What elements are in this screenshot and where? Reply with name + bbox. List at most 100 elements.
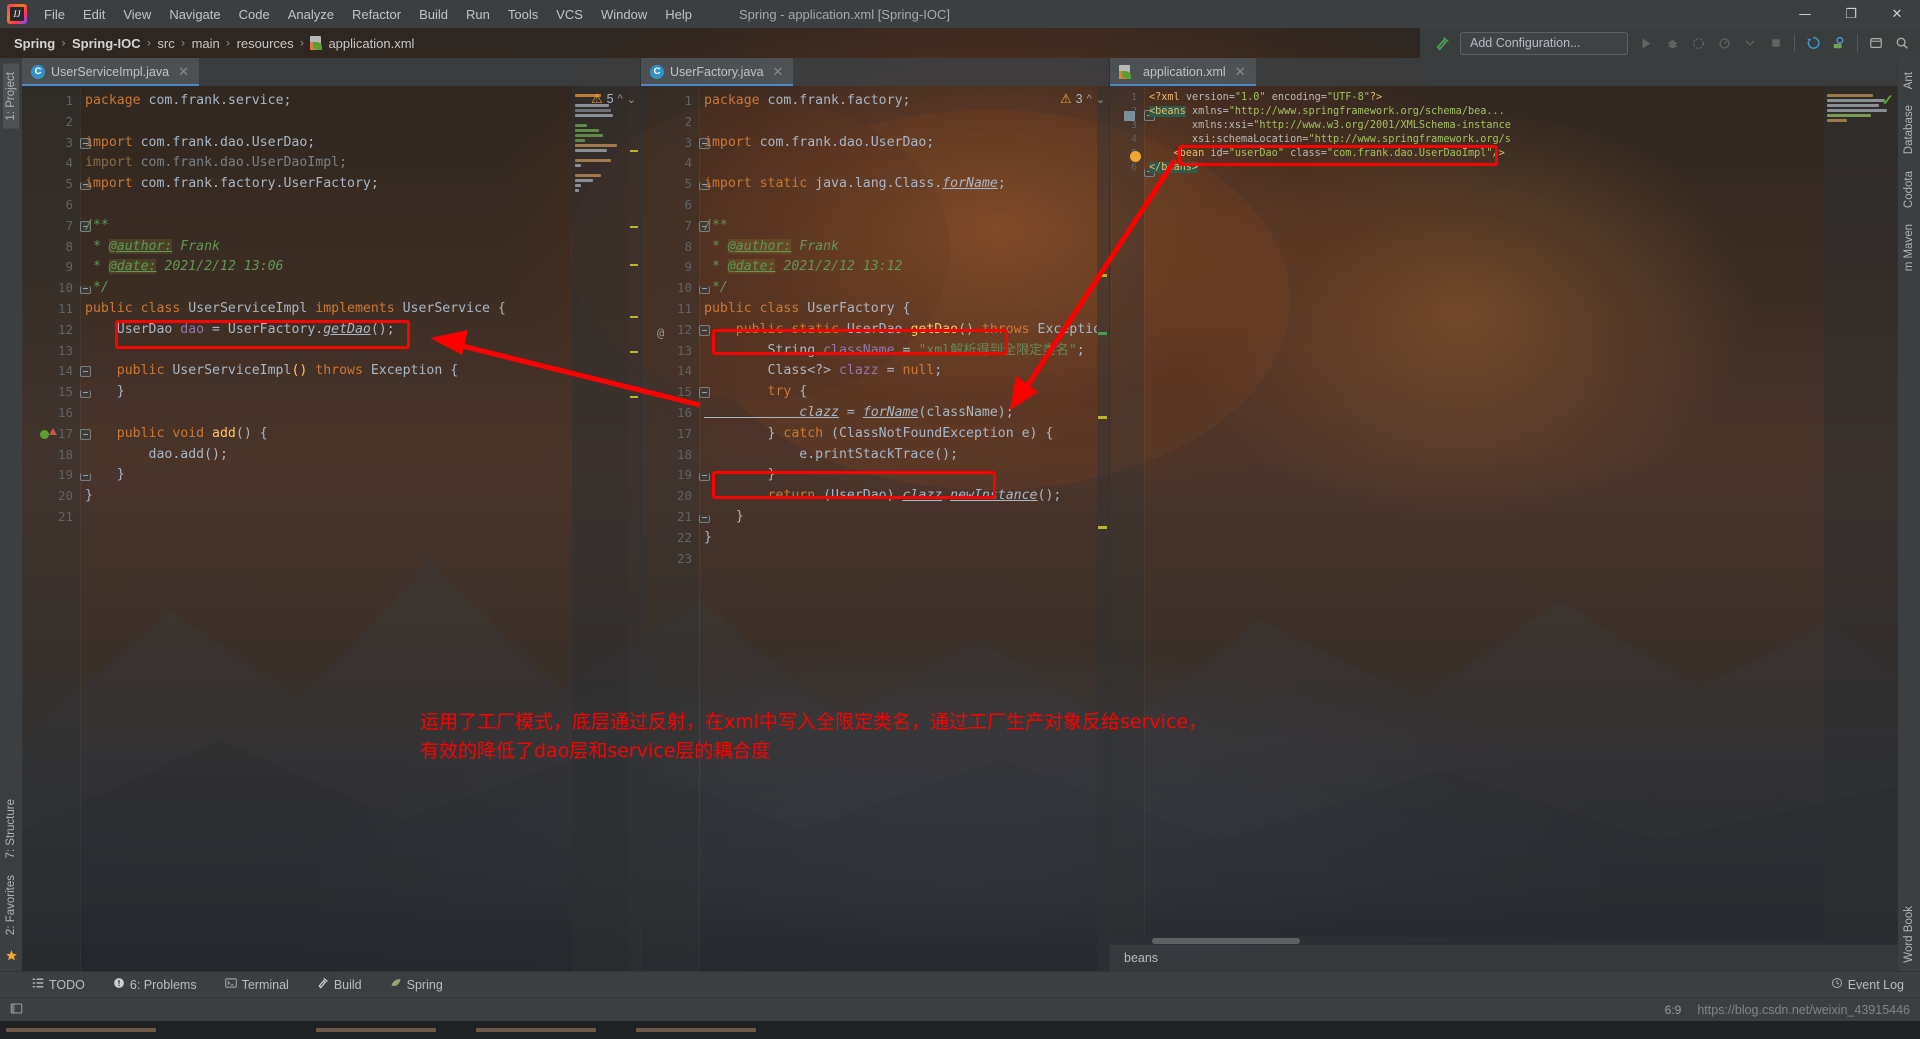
event-log-button[interactable]: Event Log xyxy=(1827,975,1908,994)
line-number[interactable]: 2 xyxy=(22,112,80,133)
maximize-button[interactable]: ❐ xyxy=(1828,0,1874,28)
close-icon[interactable]: ✕ xyxy=(1235,64,1246,80)
line-number[interactable]: 7 xyxy=(641,216,710,237)
line-number[interactable]: 16 xyxy=(641,403,699,424)
code-line[interactable]: UserDao dao = UserFactory.getDao(); xyxy=(81,320,572,341)
tool-window-bar-right[interactable]: Event Log xyxy=(1827,975,1920,994)
profile-icon[interactable] xyxy=(1712,31,1736,55)
menu-run[interactable]: Run xyxy=(457,3,499,26)
tool-window-terminal[interactable]: Terminal xyxy=(221,975,293,994)
line-number[interactable]: 4 xyxy=(641,153,699,174)
code-line[interactable] xyxy=(81,403,572,424)
close-icon[interactable]: ✕ xyxy=(178,64,189,80)
code-line[interactable] xyxy=(700,549,1097,570)
tab-userfactory-java[interactable]: C UserFactory.java ✕ xyxy=(641,58,794,86)
line-number[interactable]: 9 xyxy=(22,257,80,278)
status-bar-right[interactable]: 6:9 https://blog.csdn.net/weixin_4391544… xyxy=(1665,1003,1910,1017)
line-number[interactable]: 13 xyxy=(22,341,80,362)
line-number[interactable]: 8 xyxy=(22,237,80,258)
code-line[interactable]: public void add() { xyxy=(81,424,572,445)
line-number[interactable]: 1 xyxy=(1110,91,1144,105)
tab-application-xml[interactable]: application.xml ✕ xyxy=(1110,58,1256,86)
breadcrumb[interactable]: Spring › Spring-IOC › src › main › resou… xyxy=(0,34,418,53)
menu-window[interactable]: Window xyxy=(592,3,656,26)
code-line[interactable]: import com.frank.dao.UserDao; xyxy=(700,133,1097,154)
menu-code[interactable]: Code xyxy=(230,3,279,26)
line-number[interactable]: 14 xyxy=(22,361,91,382)
tool-window-todo[interactable]: TODO xyxy=(28,975,89,994)
code-line[interactable] xyxy=(700,153,1097,174)
line-number[interactable]: 12 xyxy=(22,320,80,341)
close-button[interactable]: ✕ xyxy=(1874,0,1920,28)
xml-structure-breadcrumb[interactable]: beans xyxy=(1110,945,1898,971)
inspection-widget-1[interactable]: ⚠ 5 ^ ⌄ xyxy=(591,91,636,107)
code-line[interactable]: public static UserDao getDao() throws Ex… xyxy=(700,320,1097,341)
code-line[interactable]: * @author: Frank xyxy=(81,237,572,258)
code-line[interactable]: <?xml version="1.0" encoding="UTF-8"?> xyxy=(1145,91,1824,105)
line-number[interactable]: 15 xyxy=(22,382,91,403)
line-number[interactable]: 14 xyxy=(641,361,699,382)
line-number-gutter-3[interactable]: 123456 xyxy=(1110,86,1155,937)
code-line[interactable]: */ xyxy=(700,278,1097,299)
main-menu[interactable]: File Edit View Navigate Code Analyze Ref… xyxy=(35,3,701,26)
code-line[interactable]: } xyxy=(700,507,1097,528)
code-line[interactable] xyxy=(700,112,1097,133)
override-icon[interactable] xyxy=(40,427,57,439)
window-controls[interactable]: — ❐ ✕ xyxy=(1782,0,1920,28)
breadcrumb-item-spring[interactable]: Spring xyxy=(10,34,59,53)
line-number[interactable]: 12 @ xyxy=(641,320,710,341)
error-stripe-2[interactable] xyxy=(1097,86,1109,971)
build-hammer-icon[interactable] xyxy=(1430,31,1454,55)
tool-window-spring[interactable]: Spring xyxy=(386,975,447,994)
line-number[interactable]: 23 xyxy=(641,549,699,570)
code-line[interactable]: import com.frank.factory.UserFactory; xyxy=(81,174,572,195)
hide-tool-windows-icon[interactable] xyxy=(10,1002,23,1018)
code-line[interactable]: } xyxy=(700,528,1097,549)
code-line[interactable]: xmlns:xsi="http://www.w3.org/2001/XMLSch… xyxy=(1145,119,1824,133)
code-line[interactable]: } xyxy=(81,486,572,507)
line-number[interactable]: 18 xyxy=(22,445,80,466)
code-line[interactable] xyxy=(81,507,572,528)
line-number[interactable]: 5 xyxy=(22,174,91,195)
code-line[interactable]: public class UserFactory { xyxy=(700,299,1097,320)
line-number[interactable]: 1 xyxy=(22,91,80,112)
inspection-widget-3[interactable]: ✓ xyxy=(1881,91,1894,109)
breadcrumb-item-resources[interactable]: resources xyxy=(233,34,298,53)
code-line[interactable]: * @date: 2021/2/12 13:12 xyxy=(700,257,1097,278)
minimize-button[interactable]: — xyxy=(1782,0,1828,28)
line-number[interactable]: 19 xyxy=(22,465,91,486)
code-minimap-1[interactable] xyxy=(572,86,628,971)
error-stripe-1[interactable] xyxy=(628,86,640,971)
line-number[interactable]: 20 xyxy=(641,486,699,507)
sidebar-item-codota[interactable]: Codota xyxy=(1901,163,1917,216)
code-line[interactable]: */ xyxy=(81,278,572,299)
line-number[interactable]: 8 xyxy=(641,237,699,258)
code-line[interactable]: * @date: 2021/2/12 13:06 xyxy=(81,257,572,278)
line-number[interactable]: 3 xyxy=(1110,119,1144,133)
code-content-2[interactable]: package com.frank.factory; import com.fr… xyxy=(699,86,1097,971)
line-number[interactable]: 16 xyxy=(22,403,80,424)
git-update-icon[interactable] xyxy=(1801,31,1825,55)
code-line[interactable]: } catch (ClassNotFoundException e) { xyxy=(700,424,1097,445)
breadcrumb-item-application-xml[interactable]: application.xml xyxy=(306,34,418,53)
code-line[interactable]: <bean id="userDao" class="com.frank.dao.… xyxy=(1145,147,1824,161)
code-content-3[interactable]: <?xml version="1.0" encoding="UTF-8"?> <b… xyxy=(1144,86,1824,937)
menu-edit[interactable]: Edit xyxy=(74,3,114,26)
search-everywhere-icon[interactable] xyxy=(1827,31,1851,55)
code-line[interactable]: package com.frank.service; xyxy=(81,91,572,112)
menu-vcs[interactable]: VCS xyxy=(547,3,592,26)
add-configuration-button[interactable]: Add Configuration... xyxy=(1460,31,1628,55)
sidebar-item-maven[interactable]: m Maven xyxy=(1901,216,1917,279)
horizontal-scrollbar-3[interactable] xyxy=(1110,937,1898,945)
code-line[interactable]: xsi:schemaLocation="http://www.springfra… xyxy=(1145,133,1824,147)
code-line[interactable]: clazz = forName(className); xyxy=(700,403,1097,424)
editor-tabs-1[interactable]: C UserServiceImpl.java ✕ xyxy=(22,58,640,86)
line-number[interactable]: 9 xyxy=(641,257,699,278)
code-line[interactable]: } xyxy=(81,465,572,486)
line-number[interactable]: 1 xyxy=(641,91,699,112)
search-icon[interactable] xyxy=(1890,31,1914,55)
code-line[interactable]: </beans> xyxy=(1145,161,1824,175)
chevron-down-icon[interactable]: ⌄ xyxy=(627,93,636,106)
line-number[interactable]: 15 xyxy=(641,382,710,403)
code-line[interactable]: * @author: Frank xyxy=(700,237,1097,258)
